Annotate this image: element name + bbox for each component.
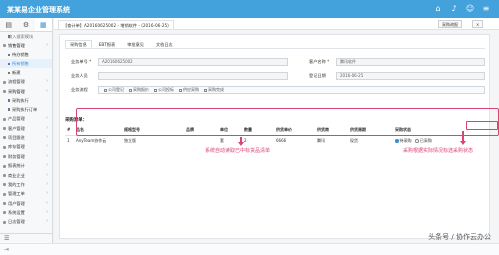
sidebar-grid-icon[interactable]: ▦ [34, 18, 52, 31]
status-option-purchased[interactable]: 已采购 [415, 138, 432, 143]
cell-brand [184, 136, 218, 147]
staff-label: 业务人员 [71, 73, 88, 78]
checkbox-icon [204, 88, 207, 92]
sidebar-group[interactable]: 流程管理 [0, 77, 52, 87]
form-row-1: 业务单号 * A20160625002 客户名称 * 腾讯软件 [60, 57, 491, 67]
sub-tabs: 采购信息 EBT报表 审批意见 文档日志 [65, 40, 178, 48]
flow-checklist: 公司登记 采购报价 公司投标 供应采购 采购完成 [98, 86, 485, 94]
form-row-2: 业务人员 登记日期 2016-06-25 [60, 71, 491, 81]
tab-purchase-info[interactable]: 采购信息 [65, 40, 92, 48]
tab-order[interactable]: 【查计单】A20160625002 - 增销软件 - (2016-06-25) [58, 20, 174, 29]
sidebar-group[interactable]: 销售管理 [0, 41, 52, 51]
flow-label: 业务流程 [71, 87, 88, 92]
cell-name: AnyTeam协作云 [76, 138, 107, 143]
list-icon[interactable]: ☰ [0, 233, 53, 243]
flow-item[interactable]: 供应采购 [179, 87, 199, 93]
col-header: # [67, 127, 71, 132]
sidebar-item[interactable]: 所有销售 [0, 59, 52, 69]
sidebar-group[interactable]: 商业企业 [0, 171, 52, 180]
home-icon[interactable]: ⌂ [433, 4, 443, 14]
expand-icon[interactable]: ⇥ [4, 246, 9, 253]
sidebar-group[interactable]: 项目跟进 [0, 133, 52, 143]
sidebar-group[interactable]: 采购管理 [0, 87, 52, 97]
sidebar-toolbar: ▤ ⚙ ▦ [0, 18, 52, 32]
date-label: 登记日期 [309, 73, 326, 78]
order-no-field[interactable]: A20160625002 [98, 58, 288, 66]
table-highlight-box [76, 108, 499, 136]
sidebar-item[interactable]: 采购执行订单 [0, 105, 52, 114]
order-panel: 采购信息 EBT报表 审批意见 文档日志 业务单号 * A20160625002… [59, 34, 490, 239]
checkbox-icon [104, 88, 107, 92]
customer-field[interactable]: 腾讯软件 [336, 58, 485, 66]
date-field[interactable]: 2016-06-25 [336, 72, 485, 80]
radio-icon [395, 139, 399, 143]
annotation-right: 采购根据实际情况标选采购状态 [403, 148, 474, 154]
flow-item[interactable]: 采购报价 [129, 87, 149, 93]
bell-icon[interactable]: ♪ [449, 4, 459, 14]
tab-bar: 【查计单】A20160625002 - 增销软件 - (2016-06-25) … [54, 18, 499, 30]
cell-supplier: 腾讯 [317, 138, 325, 143]
status-highlight-box [466, 121, 498, 130]
top-bar: 某某易企业管理系统 ⌂ ♪ ☺ ≡ [0, 0, 499, 18]
checkbox-icon [154, 88, 157, 92]
customer-label: 客户名称 * [309, 59, 330, 64]
form-row-3: 业务流程 公司登记 采购报价 公司投标 供应采购 采购完成 [60, 85, 491, 95]
annotation-left: 系统自动读取已中标货品清单 [205, 148, 271, 154]
user-icon[interactable]: ☺ [465, 4, 475, 14]
cell-price: 6666 [276, 138, 287, 143]
menu-icon[interactable]: ≡ [481, 4, 491, 14]
checkbox-icon [179, 88, 182, 92]
sidebar-group[interactable]: 客户管理 [0, 124, 52, 133]
cell-qty: 2 [244, 138, 247, 143]
checkbox-icon [129, 88, 132, 92]
sidebar-search[interactable]: 输入搜索模块 [0, 32, 52, 41]
purchase-query-button[interactable]: 采购询报 [438, 20, 462, 28]
bottom-bar: ⇥ [0, 243, 499, 255]
sidebar-item[interactable]: 采购执行 [0, 96, 52, 105]
cell-period: 现货 [350, 138, 358, 143]
sidebar-item[interactable]: 新建 [0, 68, 52, 77]
close-tab-button[interactable]: × [472, 20, 484, 28]
watermark: 头条号 / 协作云办公 [428, 233, 491, 241]
table-row: 1 AnyTeam协作云 独立版 套 2 6666 腾讯 现货 待采购 已采购 [65, 136, 485, 147]
sidebar-group[interactable]: 系统设置 [0, 208, 52, 218]
flow-item[interactable]: 公司登记 [104, 87, 124, 93]
app-title: 某某易企业管理系统 [7, 6, 70, 14]
sidebar-group[interactable]: 管理工单 [0, 189, 52, 199]
tab-doc-log[interactable]: 文档日志 [151, 40, 178, 48]
sidebar-group[interactable]: 库存管理 [0, 142, 52, 152]
subtab-divider [65, 48, 485, 49]
sidebar-item[interactable]: 待办销售 [0, 50, 52, 59]
sidebar-group[interactable]: 日志管理 [0, 217, 52, 227]
cell-no: 1 [67, 138, 70, 143]
sidebar: ▤ ⚙ ▦ 输入搜索模块销售管理待办销售所有销售新建流程管理采购管理采购执行采购… [0, 18, 53, 243]
staff-field[interactable] [98, 72, 288, 80]
radio-icon [415, 139, 419, 143]
sidebar-group[interactable]: 产品管理 [0, 114, 52, 124]
sidebar-group[interactable]: 报表统计 [0, 161, 52, 171]
sidebar-group[interactable]: 用户管理 [0, 199, 52, 209]
sidebar-settings-icon[interactable]: ⚙ [17, 18, 34, 31]
sidebar-group[interactable]: 我的工作 [0, 180, 52, 190]
flow-item[interactable]: 采购完成 [204, 87, 224, 93]
cell-model: 独立版 [124, 138, 136, 143]
tab-approval[interactable]: 审批意见 [122, 40, 149, 48]
cell-status: 待采购 已采购 [393, 136, 485, 147]
tab-ebt-report[interactable]: EBT报表 [94, 40, 120, 48]
order-no-label: 业务单号 * [71, 59, 92, 64]
status-option-pending[interactable]: 待采购 [395, 138, 412, 143]
sidebar-group[interactable]: 财务管理 [0, 152, 52, 162]
flow-item[interactable]: 公司投标 [154, 87, 174, 93]
sidebar-list-icon[interactable]: ▤ [0, 18, 17, 31]
